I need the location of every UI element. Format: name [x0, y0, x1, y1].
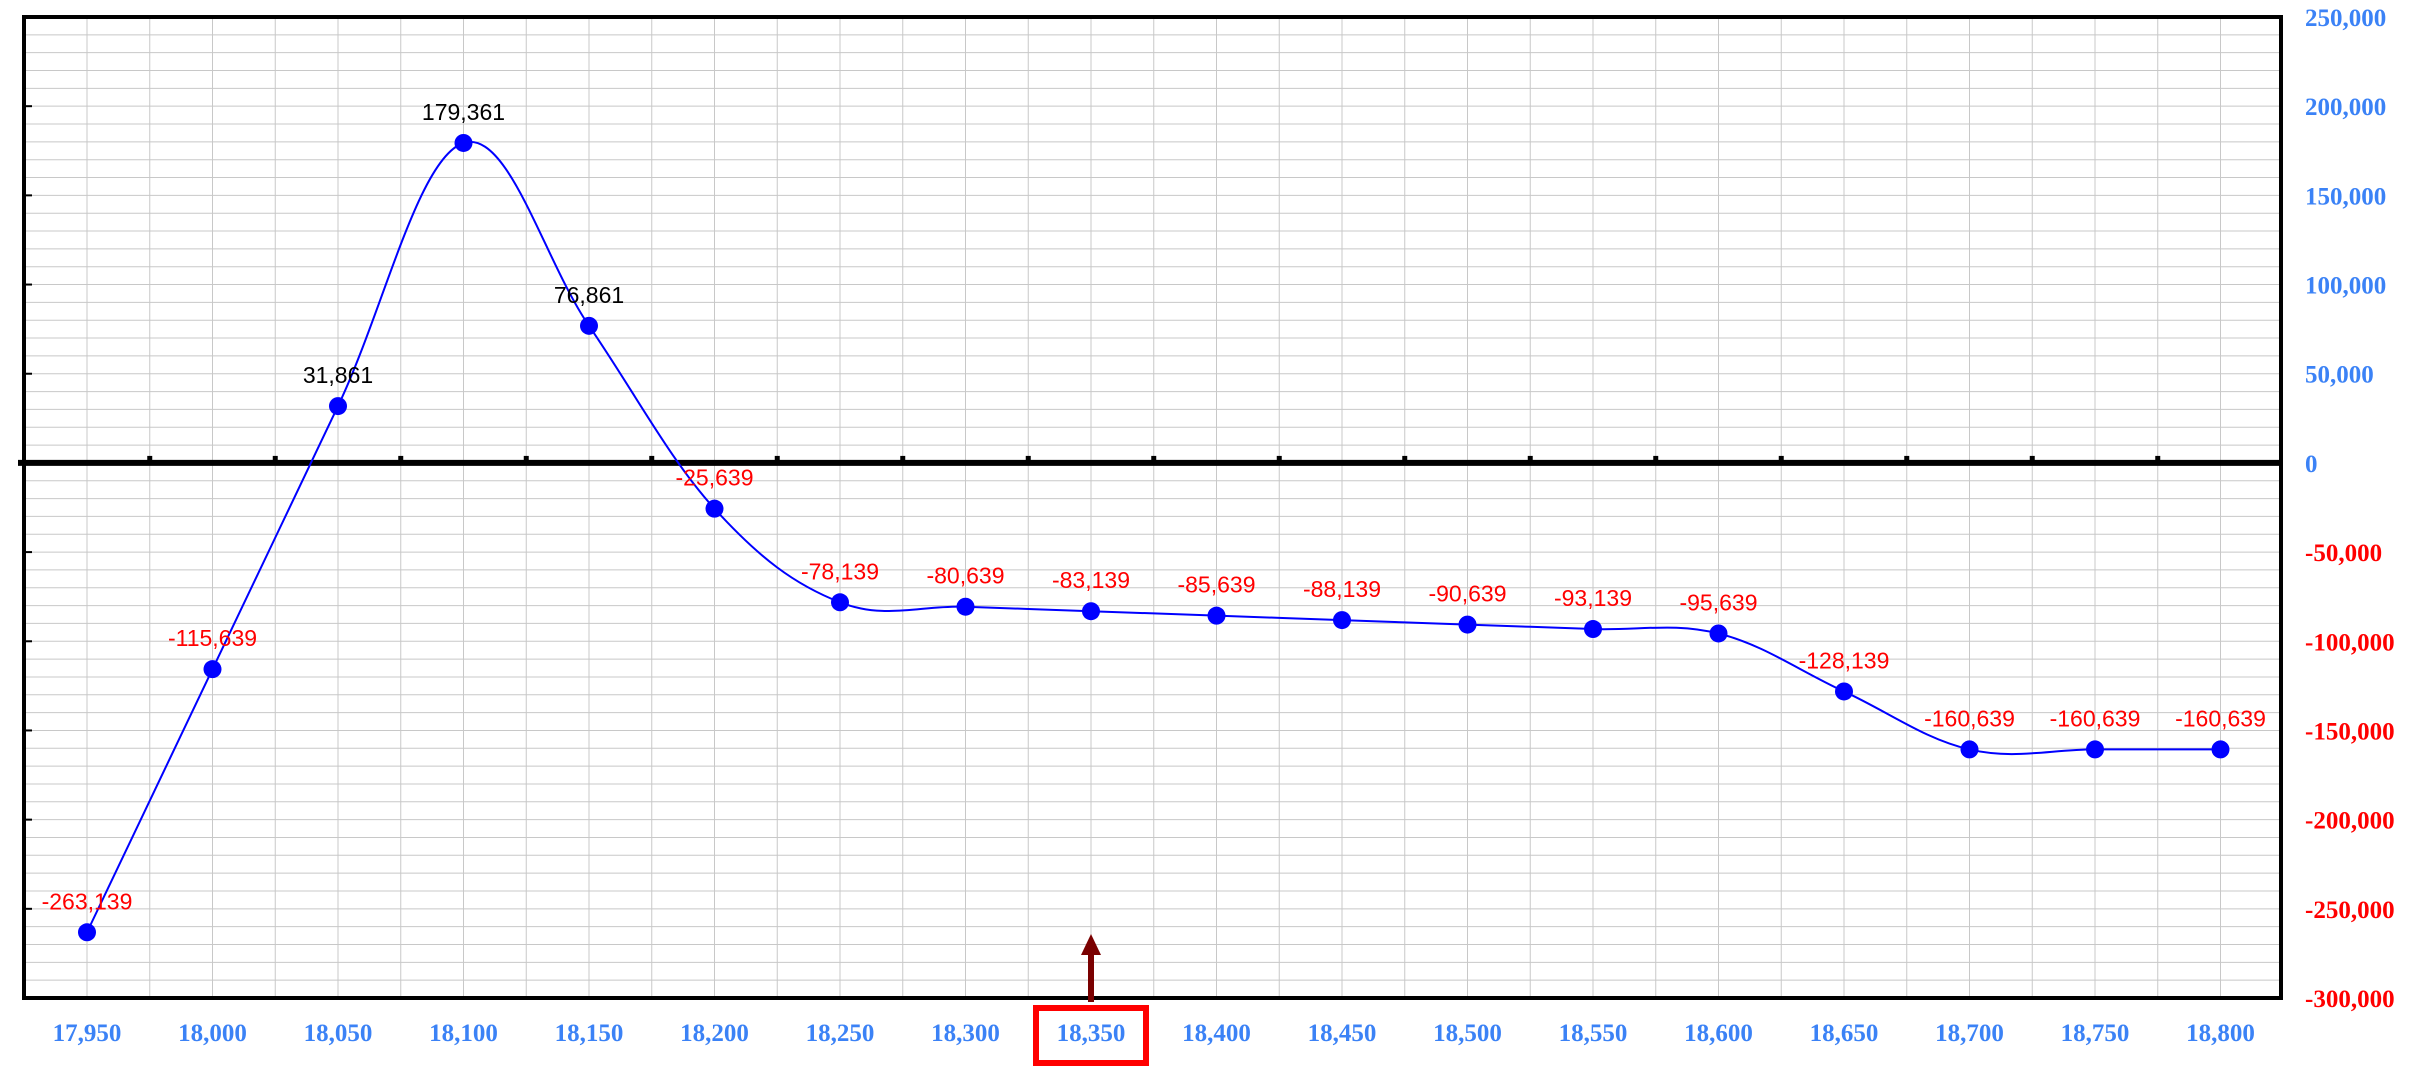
data-label: -85,639	[1177, 572, 1255, 598]
data-point	[454, 133, 473, 152]
data-label: -93,139	[1554, 585, 1632, 611]
x-tick-label: 18,200	[680, 1020, 749, 1047]
data-point	[831, 593, 849, 612]
data-point	[580, 316, 598, 335]
data-label: 31,861	[303, 362, 373, 388]
y-tick-label: -200,000	[2305, 808, 2395, 835]
x-tick-label: 18,000	[178, 1020, 247, 1047]
data-point	[1458, 615, 1477, 634]
y-tick-label: -150,000	[2305, 718, 2395, 745]
data-label: -83,139	[1052, 567, 1130, 593]
line-chart: -263,139 -115,639 31,861 179,361 76,861 -25,6…	[18, 5, 2395, 1066]
y-tick-label: -300,000	[2305, 986, 2395, 1013]
data-label: -160,639	[2175, 705, 2266, 731]
data-point	[2211, 740, 2230, 759]
data-label: -90,639	[1428, 581, 1506, 607]
data-point	[1207, 606, 1226, 625]
data-point	[1082, 602, 1100, 621]
chart-container: -263,139 -115,639 31,861 179,361 76,861 -25,6…	[0, 0, 2419, 1069]
data-point	[329, 397, 347, 416]
x-tick-label: 18,800	[2186, 1020, 2255, 1047]
data-point	[1835, 682, 1853, 701]
data-label: -88,139	[1303, 576, 1381, 602]
x-tick-label: 18,550	[1559, 1020, 1628, 1047]
data-label: -263,139	[42, 888, 133, 914]
y-tick-label: 200,000	[2305, 94, 2386, 121]
grid	[23, 16, 2281, 999]
y-tick-label: -100,000	[2305, 629, 2395, 656]
data-label: -160,639	[1924, 705, 2015, 731]
data-point	[1960, 740, 1979, 759]
data-point	[1333, 611, 1351, 630]
x-tick-label: 18,750	[2061, 1020, 2130, 1047]
x-tick-label: 18,100	[429, 1020, 498, 1047]
y-tick-label: -50,000	[2305, 540, 2382, 567]
data-point	[1584, 620, 1602, 639]
x-tick-label: 18,350	[1057, 1020, 1126, 1047]
x-tick-label: 17,950	[53, 1020, 122, 1047]
data-point	[2086, 740, 2104, 759]
data-point	[956, 597, 975, 616]
data-label: 76,861	[554, 282, 624, 308]
x-tick-label: 18,400	[1182, 1020, 1251, 1047]
y-tick-label: 100,000	[2305, 273, 2386, 300]
plot-frame	[18, 15, 2283, 1000]
y-axis-ticks: 250,000 200,000 150,000 100,000 50,000 0 -50,0…	[2305, 5, 2395, 1013]
data-label: -95,639	[1679, 589, 1757, 615]
x-tick-label: 18,050	[304, 1020, 373, 1047]
data-label: -25,639	[675, 465, 753, 491]
x-tick-label: 18,700	[1935, 1020, 2004, 1047]
x-tick-label: 18,450	[1308, 1020, 1377, 1047]
y-tick-label: 150,000	[2305, 183, 2386, 210]
x-axis-ticks: 17,950 18,000 18,050 18,100 18,150 18,200 18,2…	[53, 1020, 2255, 1047]
x-tick-label: 18,150	[555, 1020, 624, 1047]
x-tick-label: 18,600	[1684, 1020, 1753, 1047]
data-label: -78,139	[801, 558, 879, 584]
data-point	[78, 923, 96, 942]
data-label: -128,139	[1799, 647, 1890, 673]
data-label: 179,361	[422, 99, 505, 125]
y-tick-label: 250,000	[2305, 5, 2386, 32]
x-tick-label: 18,250	[806, 1020, 875, 1047]
x-tick-label: 18,500	[1433, 1020, 1502, 1047]
data-label: -160,639	[2050, 705, 2141, 731]
plot-border	[22, 15, 2283, 1000]
data-point	[1709, 624, 1728, 643]
y-tick-label: 0	[2305, 451, 2318, 478]
y-tick-label: -250,000	[2305, 897, 2395, 924]
data-label: -115,639	[168, 625, 257, 651]
data-point	[705, 499, 724, 518]
y-tick-label: 50,000	[2305, 362, 2374, 389]
data-label: -80,639	[926, 563, 1004, 589]
x-tick-label: 18,650	[1810, 1020, 1879, 1047]
data-point	[203, 660, 222, 679]
x-tick-label: 18,300	[931, 1020, 1000, 1047]
